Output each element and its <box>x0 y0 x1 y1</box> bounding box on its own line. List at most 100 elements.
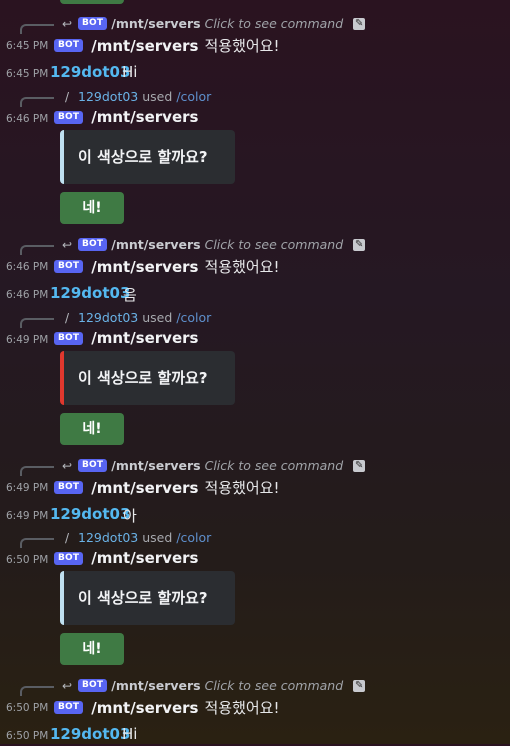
timestamp: 6:50 PM <box>6 702 49 714</box>
reply-author[interactable]: /mnt/servers <box>111 458 200 473</box>
click-to-see-command[interactable]: Click to see command <box>205 237 344 252</box>
confirm-button[interactable]: 네! <box>60 633 124 665</box>
command-reference[interactable]: / 129dot03 used /color <box>0 529 510 548</box>
reply-spine <box>20 245 54 255</box>
command-user[interactable]: 129dot03 <box>78 530 138 545</box>
author-name[interactable]: 129dot03 <box>50 505 130 523</box>
command-name[interactable]: /color <box>176 310 211 325</box>
embed-card: 이 색상으로 할까요? <box>60 571 235 625</box>
message: 6:45 PM 129dot03 Hi <box>0 62 510 84</box>
reply-author[interactable]: /mnt/servers <box>111 16 200 31</box>
bot-badge: BOT <box>54 39 84 52</box>
timestamp: 6:45 PM <box>6 68 49 80</box>
command-name[interactable]: /color <box>176 89 211 104</box>
author-name[interactable]: /mnt/servers <box>91 549 198 567</box>
message: 6:46 PM 129dot03 음 <box>0 283 510 305</box>
edit-icon: ✎ <box>353 17 366 30</box>
message-text: Hi <box>122 725 138 743</box>
reply-icon: ↩ <box>61 678 73 693</box>
author-name[interactable]: /mnt/servers <box>91 329 198 347</box>
bot-badge: BOT <box>54 331 84 345</box>
bot-badge: BOT <box>54 551 84 565</box>
author-name[interactable]: /mnt/servers <box>91 258 198 276</box>
bot-badge: BOT <box>78 459 108 472</box>
timestamp: 6:49 PM <box>6 510 49 522</box>
edit-icon: ✎ <box>353 679 366 692</box>
reply-author[interactable]: /mnt/servers <box>111 237 200 252</box>
reply-reference[interactable]: ↩ BOT /mnt/servers Click to see command … <box>0 457 510 476</box>
reply-reference[interactable]: ↩ BOT /mnt/servers Click to see command … <box>0 15 510 34</box>
message: 6:49 PM BOT /mnt/servers 적용했어요! <box>0 476 510 498</box>
command-user[interactable]: 129dot03 <box>78 310 138 325</box>
reply-spine <box>20 97 54 107</box>
click-to-see-command[interactable]: Click to see command <box>205 678 344 693</box>
edit-icon: ✎ <box>353 459 366 472</box>
bot-badge: BOT <box>54 110 84 124</box>
used-text: used <box>142 310 173 325</box>
used-text: used <box>142 530 173 545</box>
author-name[interactable]: /mnt/servers <box>91 479 198 497</box>
bot-badge: BOT <box>54 701 84 714</box>
reply-spine <box>20 686 54 696</box>
slash-command-icon: / <box>64 310 70 325</box>
reply-icon: ↩ <box>61 237 73 252</box>
message-text: 적용했어요! <box>204 699 280 717</box>
bot-badge: BOT <box>78 238 108 251</box>
embed-title: 이 색상으로 할까요? <box>78 589 208 607</box>
command-user[interactable]: 129dot03 <box>78 89 138 104</box>
slash-command-icon: / <box>64 530 70 545</box>
author-name[interactable]: 129dot03 <box>50 63 130 81</box>
previous-button-stub[interactable] <box>60 0 124 4</box>
click-to-see-command[interactable]: Click to see command <box>205 16 344 31</box>
bot-badge: BOT <box>54 260 84 273</box>
bot-badge: BOT <box>54 481 84 494</box>
used-text: used <box>142 89 173 104</box>
author-name[interactable]: 129dot03 <box>50 725 130 743</box>
message-text: 음 <box>123 286 137 304</box>
reply-author[interactable]: /mnt/servers <box>111 678 200 693</box>
message-text: Hi <box>122 63 138 81</box>
message: 6:45 PM BOT /mnt/servers 적용했어요! <box>0 34 510 56</box>
click-to-see-command[interactable]: Click to see command <box>205 458 344 473</box>
embed-card: 이 색상으로 할까요? <box>60 351 235 405</box>
message: 6:46 PM BOT /mnt/servers <box>0 107 510 129</box>
message: 6:50 PM BOT /mnt/servers 적용했어요! <box>0 696 510 718</box>
embed-title: 이 색상으로 할까요? <box>78 369 208 387</box>
embed-title: 이 색상으로 할까요? <box>78 148 208 166</box>
bot-badge: BOT <box>78 679 108 692</box>
message-text: 적용했어요! <box>204 37 280 55</box>
reply-spine <box>20 466 54 476</box>
edit-icon: ✎ <box>353 238 366 251</box>
command-name[interactable]: /color <box>176 530 211 545</box>
message: 6:49 PM BOT /mnt/servers <box>0 328 510 350</box>
message: 6:50 PM 129dot03 Hi <box>0 724 510 746</box>
timestamp: 6:49 PM <box>6 482 49 494</box>
timestamp: 6:46 PM <box>6 289 49 301</box>
confirm-button[interactable]: 네! <box>60 413 124 445</box>
timestamp: 6:45 PM <box>6 40 49 52</box>
reply-icon: ↩ <box>61 458 73 473</box>
confirm-button[interactable]: 네! <box>60 192 124 224</box>
message: 6:49 PM 129dot03 아 <box>0 504 510 526</box>
author-name[interactable]: 129dot03 <box>50 284 130 302</box>
timestamp: 6:50 PM <box>6 730 49 742</box>
message-text: 적용했어요! <box>204 258 280 276</box>
reply-icon: ↩ <box>61 16 73 31</box>
slash-command-icon: / <box>64 89 70 104</box>
author-name[interactable]: /mnt/servers <box>91 37 198 55</box>
reply-reference[interactable]: ↩ BOT /mnt/servers Click to see command … <box>0 677 510 696</box>
timestamp: 6:46 PM <box>6 113 49 125</box>
author-name[interactable]: /mnt/servers <box>91 108 198 126</box>
author-name[interactable]: /mnt/servers <box>91 699 198 717</box>
reply-spine <box>20 318 54 328</box>
bot-badge: BOT <box>78 17 108 30</box>
command-reference[interactable]: / 129dot03 used /color <box>0 88 510 107</box>
timestamp: 6:50 PM <box>6 554 49 566</box>
timestamp: 6:49 PM <box>6 334 49 346</box>
message: 6:50 PM BOT /mnt/servers <box>0 548 510 570</box>
timestamp: 6:46 PM <box>6 261 49 273</box>
reply-spine <box>20 24 54 34</box>
command-reference[interactable]: / 129dot03 used /color <box>0 309 510 328</box>
message: 6:46 PM BOT /mnt/servers 적용했어요! <box>0 255 510 277</box>
reply-reference[interactable]: ↩ BOT /mnt/servers Click to see command … <box>0 236 510 255</box>
